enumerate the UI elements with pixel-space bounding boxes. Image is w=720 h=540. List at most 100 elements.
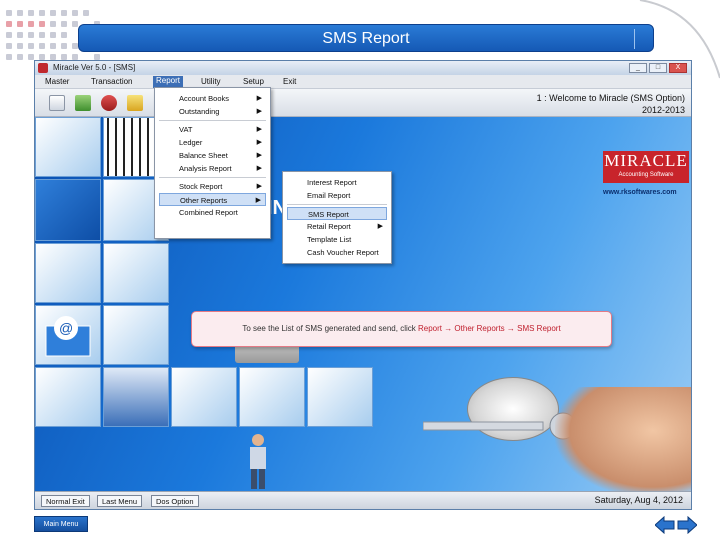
logo-text: MIRACLE — [604, 151, 688, 170]
decorative-dot — [17, 10, 23, 16]
decorative-dot — [39, 32, 45, 38]
slide-title-banner: SMS Report — [78, 24, 654, 52]
menu-transaction[interactable]: Transaction — [91, 77, 133, 86]
email-icon: @ — [35, 305, 101, 365]
menu-separator — [159, 120, 266, 121]
menu-item-label: Combined Report — [179, 208, 238, 217]
logo-tagline: Accounting Software — [618, 172, 674, 178]
menu-item-label: Other Reports — [180, 196, 228, 205]
callout-menu-path: Report → Other Reports → SMS Report — [417, 324, 561, 333]
decorative-dot — [28, 21, 34, 27]
decorative-dot — [6, 43, 12, 49]
menu-exit[interactable]: Exit — [283, 77, 296, 86]
other-reports-item-template-list[interactable]: Template List — [287, 233, 387, 246]
hand-image — [555, 387, 691, 497]
submenu-arrow-icon: ▶ — [256, 108, 262, 115]
report-dropdown-menu: Account Books ▶ Outstanding ▶ VAT ▶ Ledger ▶ Bal… — [154, 87, 271, 239]
submenu-arrow-icon: ▶ — [377, 223, 383, 230]
submenu-arrow-icon: ▶ — [256, 126, 262, 133]
menu-setup[interactable]: Setup — [243, 77, 264, 86]
cart-icon[interactable] — [75, 95, 91, 111]
other-reports-item-sms-report[interactable]: SMS Report — [287, 207, 387, 220]
other-reports-item-interest-report[interactable]: Interest Report — [287, 176, 387, 189]
decorative-dot — [50, 10, 56, 16]
notepad-icon[interactable] — [127, 95, 143, 111]
report-menu-item-vat[interactable]: VAT ▶ — [159, 123, 266, 136]
normal-exit-button[interactable]: Normal Exit — [41, 495, 90, 507]
menu-master[interactable]: Master — [45, 77, 69, 86]
decorative-dot — [83, 10, 89, 16]
decorative-dot — [17, 21, 23, 27]
report-menu-item-analysis-report[interactable]: Analysis Report ▶ — [159, 162, 266, 175]
decorative-dot — [28, 32, 34, 38]
report-menu-item-stock-report[interactable]: Stock Report ▶ — [159, 180, 266, 193]
report-menu-item-other-reports[interactable]: Other Reports ▶ — [159, 193, 266, 206]
decorative-dot — [61, 32, 67, 38]
new-document-icon[interactable] — [49, 95, 65, 111]
maximize-button[interactable]: □ — [649, 63, 667, 73]
report-menu-item-outstanding[interactable]: Outstanding ▶ — [159, 105, 266, 118]
menu-item-label: Interest Report — [307, 178, 357, 187]
decorative-dot — [61, 21, 67, 27]
decorative-dot — [6, 21, 12, 27]
status-date: Saturday, Aug 4, 2012 — [594, 495, 683, 505]
company-url: www.rksoftwares.com — [603, 189, 677, 196]
decorative-dot — [6, 54, 12, 60]
tile-image — [35, 243, 101, 303]
decorative-dot — [28, 43, 34, 49]
submenu-arrow-icon: ▶ — [256, 95, 262, 102]
main-menu-button[interactable]: Main Menu — [34, 516, 88, 532]
menu-item-label: Stock Report — [179, 182, 223, 191]
tile-image — [35, 367, 101, 427]
report-menu-item-account-books[interactable]: Account Books ▶ — [159, 92, 266, 105]
minimize-button[interactable]: _ — [629, 63, 647, 73]
decorative-dot — [17, 43, 23, 49]
tile-image — [171, 367, 237, 427]
menu-item-label: Retail Report — [307, 222, 351, 231]
atm-icon — [103, 243, 169, 303]
window-title: Miracle Ver 5.0 - [SMS] — [53, 63, 136, 72]
tile-image — [35, 117, 101, 177]
app-icon — [38, 63, 48, 73]
other-reports-item-retail-report[interactable]: Retail Report ▶ — [287, 220, 387, 233]
menu-utility[interactable]: Utility — [201, 77, 221, 86]
svg-text:@: @ — [59, 320, 73, 336]
decorative-dot — [50, 21, 56, 27]
other-reports-submenu: Interest Report Email Report SMS Report Ret… — [282, 171, 392, 264]
app-window: Miracle Ver 5.0 - [SMS] _ □ X Master Tra… — [34, 60, 692, 510]
decorative-dot — [17, 32, 23, 38]
report-menu-item-combined-report[interactable]: Combined Report — [159, 206, 266, 219]
status-bar: Normal Exit Last Menu Dos Option Saturda… — [35, 491, 691, 509]
menubar: Master Transaction Report Utility Setup … — [35, 75, 691, 89]
decorative-dot — [61, 10, 67, 16]
welcome-text: 1 : Welcome to Miracle (SMS Option) 2012… — [537, 92, 685, 116]
other-reports-item-email-report[interactable]: Email Report — [287, 189, 387, 202]
decorative-dot — [6, 10, 12, 16]
previous-arrow-icon[interactable] — [655, 516, 675, 534]
decorative-dot — [61, 43, 67, 49]
other-reports-item-cash-voucher-report[interactable]: Cash Voucher Report — [287, 246, 387, 259]
title-divider — [634, 29, 635, 49]
money-bag-icon[interactable] — [101, 95, 117, 111]
decorative-dot — [72, 21, 78, 27]
at-sign-icon: @ — [45, 316, 91, 357]
next-arrow-icon[interactable] — [677, 516, 697, 534]
menu-item-label: SMS Report — [308, 210, 349, 219]
instruction-callout: To see the List of SMS generated and sen… — [191, 311, 612, 347]
menu-item-label: Template List — [307, 235, 352, 244]
menu-item-label: Outstanding — [179, 107, 220, 116]
tile-image — [307, 367, 373, 427]
decorative-dot — [39, 43, 45, 49]
slide-navigation — [655, 516, 697, 534]
last-menu-button[interactable]: Last Menu — [97, 495, 143, 507]
dos-option-button[interactable]: Dos Option — [151, 495, 199, 507]
decorative-dot — [39, 21, 45, 27]
decorative-dot — [50, 43, 56, 49]
menu-item-label: Email Report — [307, 191, 351, 200]
report-menu-item-balance-sheet[interactable]: Balance Sheet ▶ — [159, 149, 266, 162]
report-menu-item-ledger[interactable]: Ledger ▶ — [159, 136, 266, 149]
close-button[interactable]: X — [669, 63, 687, 73]
menu-item-label: Account Books — [179, 94, 230, 103]
tile-image — [103, 305, 169, 365]
toolbar: 1 : Welcome to Miracle (SMS Option) 2012… — [35, 89, 691, 117]
